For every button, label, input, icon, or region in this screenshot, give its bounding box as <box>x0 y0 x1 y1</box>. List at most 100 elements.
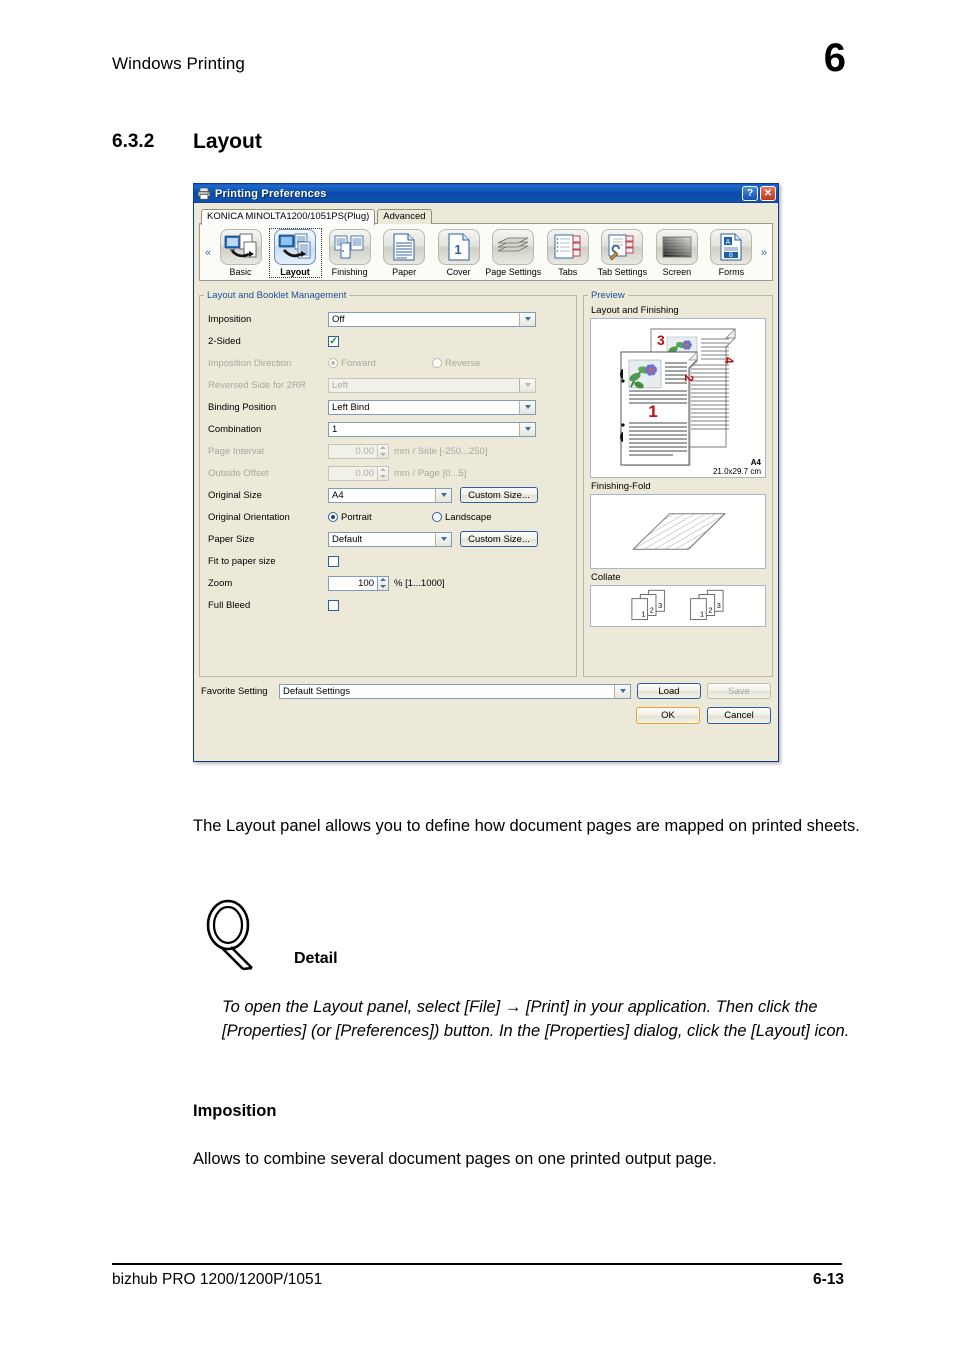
chevron-down-icon[interactable] <box>614 684 630 698</box>
toolbar-item-paper[interactable]: Paper <box>379 229 430 277</box>
original-size-combo[interactable]: A4 <box>328 487 452 503</box>
toolbar-label-paper: Paper <box>392 267 417 277</box>
chevron-down-icon[interactable] <box>519 400 535 414</box>
chevron-down-icon[interactable] <box>519 312 535 326</box>
label-paper-size: Paper Size <box>208 533 255 545</box>
help-button[interactable]: ? <box>742 186 758 201</box>
dialog-title: Printing Preferences <box>215 187 327 200</box>
spinner-arrows-icon[interactable] <box>378 465 389 481</box>
radio-portrait[interactable]: Portrait <box>328 512 432 523</box>
preview-paper-dimensions: 21.0x29.7 cm <box>712 467 761 476</box>
magnifier-icon <box>200 898 270 972</box>
paper-size-combo[interactable]: Default <box>328 531 452 547</box>
original-custom-size-button[interactable]: Custom Size... <box>460 487 538 503</box>
radio-landscape[interactable]: Landscape <box>432 512 491 523</box>
field-page-interval: Page Interval 0.00 mm / Side [-250...250… <box>208 440 568 462</box>
detail-label: Detail <box>294 950 338 967</box>
preview-fold-box <box>590 494 766 569</box>
footer-product: bizhub PRO 1200/1200P/1051 <box>112 1271 323 1288</box>
intro-paragraph: The Layout panel allows you to define ho… <box>193 817 860 835</box>
label-reversed-side: Reversed Side for 2RR <box>208 379 306 391</box>
cancel-button[interactable]: Cancel <box>707 707 771 724</box>
page-interval-spinner[interactable]: 0.00 <box>328 443 389 459</box>
label-fit-to-paper-size: Fit to paper size <box>208 555 276 567</box>
close-icon[interactable]: ✕ <box>760 186 776 201</box>
section-title: Layout <box>193 130 262 153</box>
toolbar-item-layout[interactable]: Layout <box>268 228 322 278</box>
zoom-spinner[interactable]: 100 <box>328 575 389 591</box>
toolbar-item-screen[interactable]: Screen <box>651 229 702 277</box>
imposition-combo[interactable]: Off <box>328 311 536 327</box>
scroll-right-icon[interactable]: » <box>758 247 770 259</box>
panel-icon-toolbar: « Basic Layout Finishing Paper 1 Cover P… <box>199 223 773 281</box>
toolbar-label-cover: Cover <box>446 267 471 277</box>
svg-text:A: A <box>726 239 731 246</box>
outside-offset-value[interactable]: 0.00 <box>328 465 378 481</box>
save-button: Save <box>707 683 771 699</box>
paper-custom-size-button[interactable]: Custom Size... <box>460 531 538 547</box>
radio-reverse[interactable]: Reverse <box>432 358 480 369</box>
toolbar-label-tabs: Tabs <box>558 267 578 277</box>
toolbar-label-page-settings: Page Settings <box>485 267 542 277</box>
toolbar-item-cover[interactable]: 1 Cover <box>433 229 484 277</box>
fold-sheet-icon <box>632 513 727 550</box>
chevron-down-icon[interactable] <box>435 532 451 546</box>
label-imposition: Imposition <box>208 313 252 325</box>
spinner-arrows-icon[interactable] <box>378 443 389 459</box>
favorite-setting-value: Default Settings <box>283 685 351 697</box>
ok-button[interactable]: OK <box>636 707 700 724</box>
toolbar-label-basic: Basic <box>229 267 252 277</box>
preview-legend: Preview <box>591 290 625 301</box>
preview-layout-illustration: 3 4 1 2 <box>620 328 736 466</box>
full-bleed-checkbox[interactable] <box>328 599 339 611</box>
toolbar-item-tab-settings[interactable]: Tab Settings <box>597 229 648 277</box>
section-number: 6.3.2 <box>112 131 155 152</box>
toolbar-item-basic[interactable]: Basic <box>215 229 266 277</box>
radio-dot-reverse <box>432 358 442 368</box>
svg-text:3: 3 <box>717 601 721 610</box>
svg-text:1: 1 <box>700 609 704 618</box>
scroll-left-icon[interactable]: « <box>202 247 214 259</box>
toolbar-item-finishing[interactable]: Finishing <box>324 229 375 277</box>
zoom-value[interactable]: 100 <box>328 575 378 591</box>
radio-forward[interactable]: Forward <box>328 358 432 369</box>
toolbar-item-tabs[interactable]: Tabs <box>542 229 593 277</box>
two-sided-checkbox[interactable]: ✓ <box>328 335 339 347</box>
page-interval-value[interactable]: 0.00 <box>328 443 378 459</box>
combination-combo[interactable]: 1 <box>328 421 536 437</box>
field-imposition-direction: Imposition Direction Forward Reverse <box>208 352 568 374</box>
outside-offset-spinner[interactable]: 0.00 <box>328 465 389 481</box>
field-original-size: Original Size A4 Custom Size... <box>208 484 568 506</box>
toolbar-item-forms[interactable]: A B Forms <box>706 229 757 277</box>
load-button[interactable]: Load <box>637 683 701 699</box>
field-imposition: Imposition Off <box>208 308 568 330</box>
reversed-side-combo[interactable]: Left <box>328 377 536 393</box>
printing-preferences-dialog: Printing Preferences ? ✕ KONICA MINOLTA1… <box>193 183 779 762</box>
toolbar-label-screen: Screen <box>662 267 692 277</box>
radio-label-landscape: Landscape <box>445 511 492 523</box>
label-2-sided: 2-Sided <box>208 335 241 347</box>
forms-icon: A B <box>710 229 753 265</box>
tab-printer-driver[interactable]: KONICA MINOLTA1200/1051PS(Plug) <box>201 209 376 225</box>
chevron-down-icon[interactable] <box>435 488 451 502</box>
tab-advanced[interactable]: Advanced <box>377 209 432 224</box>
subsection-text: Allows to combine several document pages… <box>193 1150 717 1168</box>
label-zoom: Zoom <box>208 577 233 589</box>
toolbar-label-finishing: Finishing <box>331 267 368 277</box>
spinner-arrows-icon[interactable] <box>378 575 389 591</box>
label-imposition-direction: Imposition Direction <box>208 357 292 369</box>
zoom-unit: % [1...1000] <box>394 577 445 589</box>
imposition-value: Off <box>332 313 345 325</box>
label-full-bleed: Full Bleed <box>208 599 251 611</box>
fit-to-paper-size-checkbox[interactable] <box>328 555 339 567</box>
favorite-setting-combo[interactable]: Default Settings <box>279 683 631 699</box>
chevron-down-icon[interactable] <box>519 422 535 436</box>
field-combination: Combination 1 <box>208 418 568 440</box>
toolbar-item-page-settings[interactable]: Page Settings <box>485 229 542 277</box>
label-outside-offset: Outside Offset <box>208 467 269 479</box>
field-outside-offset: Outside Offset 0.00 mm / Page [0...5] <box>208 462 568 484</box>
binding-position-combo[interactable]: Left Bind <box>328 399 536 415</box>
radio-dot-forward <box>328 358 338 368</box>
preview-fold-caption: Finishing-Fold <box>591 481 651 492</box>
chevron-down-icon[interactable] <box>519 378 535 392</box>
